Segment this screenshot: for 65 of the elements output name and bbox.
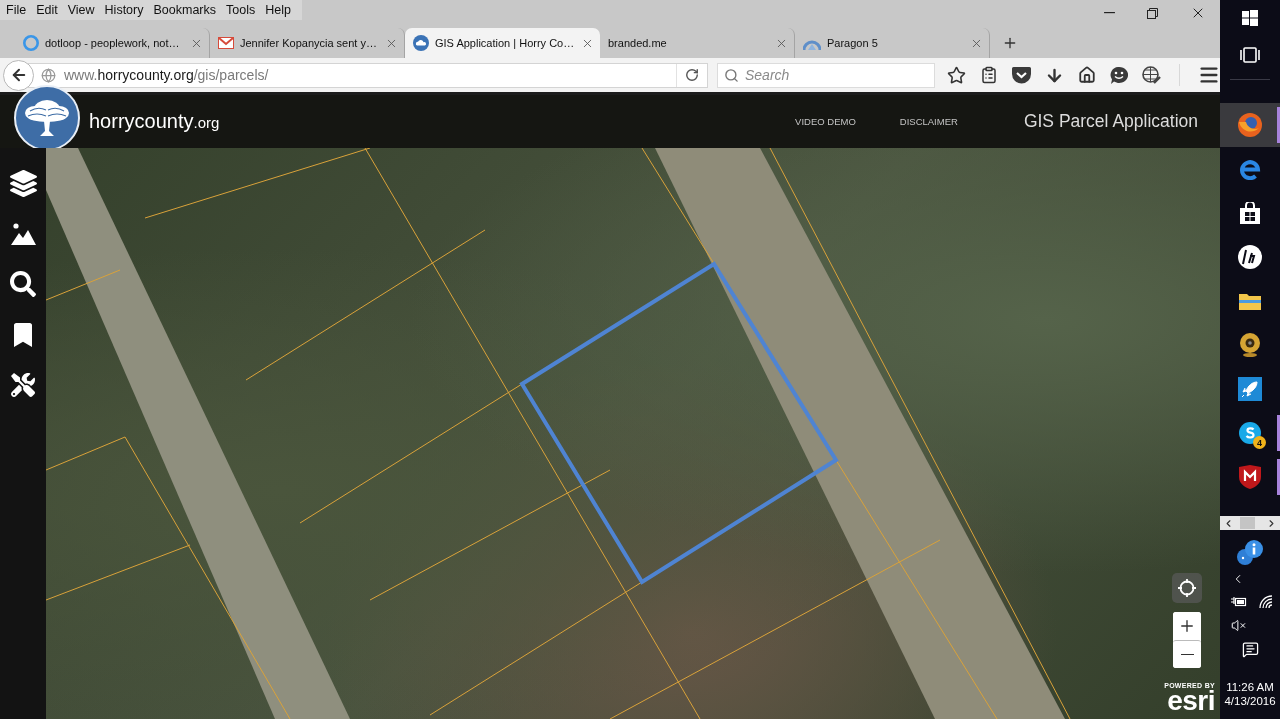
windows-logo-icon[interactable] bbox=[1242, 10, 1258, 26]
ring-icon bbox=[23, 35, 39, 51]
info-icon[interactable] bbox=[1237, 540, 1263, 566]
menu-item[interactable]: Help bbox=[260, 0, 296, 20]
round-logo-icon bbox=[1238, 245, 1262, 269]
notification-icon[interactable] bbox=[1241, 641, 1259, 658]
app-title: GIS Parcel Application bbox=[1023, 111, 1198, 132]
address-field[interactable]: www.horrycounty.org/gis/parcels/ bbox=[28, 62, 708, 88]
search-field[interactable]: Search bbox=[717, 62, 935, 88]
shopping-bag-icon bbox=[1239, 202, 1261, 224]
reload-icon[interactable] bbox=[685, 68, 699, 82]
site-name[interactable]: horrycounty.org bbox=[89, 110, 220, 133]
locate-button[interactable] bbox=[1172, 573, 1202, 603]
tab[interactable]: GIS Application | Horry Co… bbox=[405, 28, 600, 58]
nav-link[interactable]: DISCLAIMER bbox=[899, 116, 958, 127]
minus-icon bbox=[1180, 653, 1194, 656]
webcam-icon bbox=[1240, 333, 1260, 357]
shield-icon bbox=[1239, 465, 1261, 489]
wifi-icon[interactable] bbox=[1259, 595, 1273, 609]
minimize-icon[interactable] bbox=[1104, 12, 1115, 14]
task-view-icon[interactable] bbox=[1240, 47, 1260, 63]
restore-icon[interactable] bbox=[1147, 7, 1158, 19]
menu-item[interactable]: View bbox=[62, 0, 100, 20]
clock-date[interactable]: 4/13/2016 bbox=[1224, 694, 1276, 708]
mail-icon bbox=[218, 37, 234, 49]
menu-item[interactable]: File bbox=[1, 0, 32, 20]
home-icon[interactable] bbox=[1078, 66, 1096, 84]
cloud-icon bbox=[413, 35, 429, 51]
globe-icon bbox=[41, 67, 56, 83]
taskbar-app[interactable]: 4 bbox=[1220, 411, 1280, 455]
mute-icon[interactable] bbox=[1231, 618, 1246, 633]
chevron-right-icon[interactable] bbox=[1266, 517, 1277, 529]
scrollbar-thumb[interactable] bbox=[1240, 517, 1255, 529]
new-tab-icon[interactable] bbox=[1002, 35, 1018, 51]
pocket-icon[interactable] bbox=[1012, 66, 1031, 84]
search-icon[interactable] bbox=[10, 271, 36, 297]
globe-pencil-icon[interactable] bbox=[1142, 65, 1161, 85]
s-logo-icon bbox=[1239, 422, 1261, 444]
crosshair-icon bbox=[1178, 579, 1196, 597]
menu-item[interactable]: History bbox=[99, 0, 149, 20]
tools-icon[interactable] bbox=[11, 373, 35, 397]
tree-logo-icon[interactable] bbox=[14, 84, 80, 151]
smiley-chat-icon[interactable] bbox=[1110, 66, 1128, 84]
star-icon[interactable] bbox=[947, 65, 966, 85]
mountain-icon[interactable] bbox=[10, 223, 36, 245]
folder-icon bbox=[1239, 292, 1261, 310]
attribution-logo[interactable]: esri bbox=[1167, 689, 1215, 713]
rocket-icon bbox=[1238, 377, 1262, 401]
nav-link[interactable]: VIDEO DEMO bbox=[795, 116, 856, 127]
menu-item[interactable]: Edit bbox=[31, 0, 63, 20]
search-icon bbox=[724, 67, 739, 83]
fox-globe-icon bbox=[1238, 113, 1262, 137]
e-logo-icon bbox=[1239, 158, 1261, 180]
clock-time[interactable]: 11:26 AM bbox=[1226, 680, 1274, 694]
menu-icon[interactable] bbox=[1198, 64, 1220, 86]
bookmark-icon[interactable] bbox=[11, 323, 35, 347]
count-badge: 4 bbox=[1253, 436, 1266, 449]
menu-item[interactable]: Tools bbox=[221, 0, 261, 20]
clipboard-icon[interactable] bbox=[980, 66, 998, 84]
plus-icon bbox=[1178, 617, 1196, 635]
battery-icon[interactable] bbox=[1231, 596, 1247, 608]
layers-icon[interactable] bbox=[9, 170, 37, 197]
scrollbar[interactable] bbox=[1220, 516, 1280, 530]
back-button[interactable] bbox=[3, 59, 34, 91]
menu-item[interactable]: Bookmarks bbox=[148, 0, 221, 20]
